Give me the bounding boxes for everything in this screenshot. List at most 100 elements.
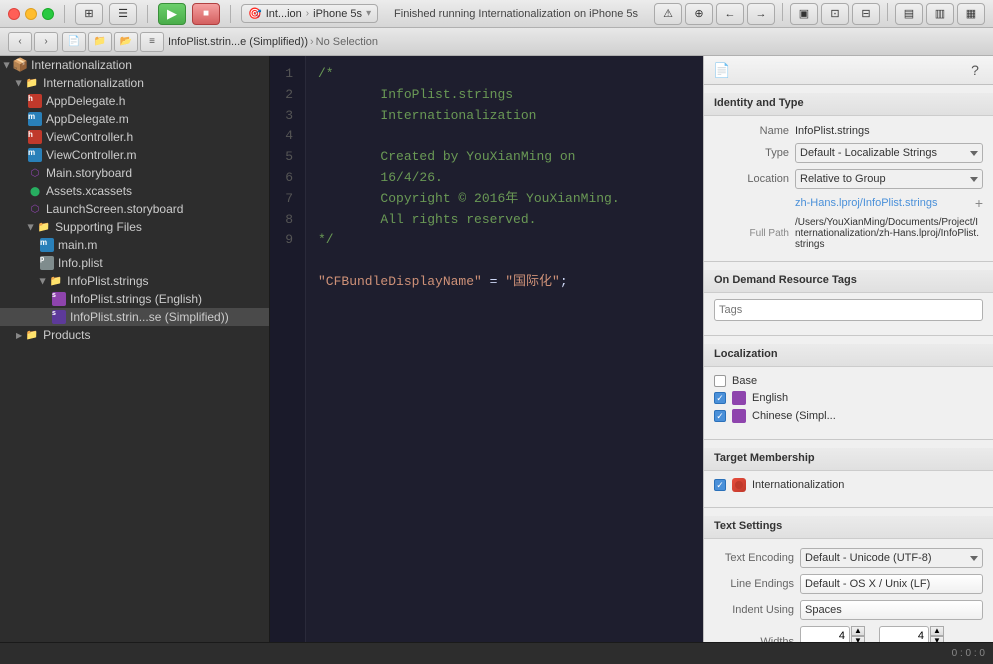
relative-row: zh-Hans.lproj/InfoPlist.strings + <box>704 192 993 214</box>
relative-value: zh-Hans.lproj/InfoPlist.strings <box>795 197 969 209</box>
breadcrumb-file[interactable]: InfoPlist.strin...e (Simplified)) <box>168 36 308 48</box>
warnings-btn[interactable]: ⚠ <box>654 3 682 25</box>
project-icon: 📦 <box>13 58 27 72</box>
target-row-internationalization: Internationalization <box>714 475 983 495</box>
group-btn[interactable]: 📂 <box>114 32 138 52</box>
scheme-device: iPhone 5s <box>313 8 362 20</box>
chinese-checkbox[interactable] <box>714 410 726 422</box>
english-checkbox[interactable] <box>714 392 726 404</box>
on-demand-title: On Demand Resource Tags <box>704 270 993 293</box>
m-file-icon-3: m <box>40 238 54 252</box>
products-triangle-icon: ▶ <box>16 331 22 340</box>
sidebar-item-main-storyboard[interactable]: ⬡ Main.storyboard <box>0 164 269 182</box>
sidebar-root[interactable]: ▶ 📦 Internationalization <box>0 56 269 74</box>
type-select[interactable]: Default - Localizable Strings <box>795 143 983 163</box>
add-location-btn[interactable]: + <box>975 195 983 211</box>
code-editor[interactable]: 1 2 3 4 5 6 7 8 9 /* InfoPlist.strings I… <box>270 56 703 642</box>
toolbar-right: ⚠ ⊕ ← → ▣ ⊡ ⊟ ▤ ▥ ▦ <box>654 3 985 25</box>
tab-width-input[interactable] <box>800 626 850 642</box>
single-editor-btn[interactable]: ▣ <box>790 3 818 25</box>
tags-input[interactable] <box>714 299 983 321</box>
nav-forward-btn[interactable]: → <box>747 3 775 25</box>
text-settings-content: Text Encoding Default - Unicode (UTF-8) … <box>704 539 993 642</box>
stop-button[interactable]: ■ <box>192 3 220 25</box>
location-select[interactable]: Relative to Group <box>795 169 983 189</box>
line-endings-select[interactable]: Default - OS X / Unix (LF) <box>800 574 983 594</box>
sidebar-item-main-m[interactable]: m main.m <box>0 236 269 254</box>
chinese-file-icon <box>732 409 746 423</box>
sidebar-group-label: Internationalization <box>43 76 144 90</box>
sidebar-item-launchscreen[interactable]: ⬡ LaunchScreen.storyboard <box>0 200 269 218</box>
indent-using-select[interactable]: Spaces <box>800 600 983 620</box>
m-file-icon-2: m <box>28 148 42 162</box>
debug-toggle-btn[interactable]: ▥ <box>926 3 954 25</box>
nav-back-btn[interactable]: ← <box>716 3 744 25</box>
base-checkbox[interactable] <box>714 375 726 387</box>
tab-stepper-up[interactable]: ▲ <box>851 626 865 636</box>
scheme-selector[interactable]: 🎯 Int...ion › iPhone 5s ▾ <box>241 4 378 23</box>
target-membership-section: Target Membership Internationalization <box>704 440 993 508</box>
sidebar-label-supporting-files: Supporting Files <box>55 220 142 234</box>
sidebar-item-info-plist[interactable]: p Info.plist <box>0 254 269 272</box>
editor-layout-btn[interactable]: ⊞ <box>75 3 103 25</box>
nav-next-btn[interactable]: › <box>34 32 58 52</box>
storyboard-icon-2: ⬡ <box>28 202 42 216</box>
file-btn[interactable]: 📄 <box>62 32 86 52</box>
name-label: Name <box>714 125 789 137</box>
sidebar-label-appdelegate-h: AppDelegate.h <box>46 94 125 108</box>
sidebar-label-viewcontroller-m: ViewController.m <box>46 148 136 162</box>
strings-icon-simplified: s <box>52 310 66 324</box>
sidebar-group[interactable]: ▶ 📁 Internationalization <box>0 74 269 92</box>
git-btn[interactable]: ⊕ <box>685 3 713 25</box>
file-inspector-icon[interactable]: 📄 <box>712 60 732 80</box>
sidebar-item-appdelegate-m[interactable]: m AppDelegate.m <box>0 110 269 128</box>
target-checkbox[interactable] <box>714 479 726 491</box>
sidebar-item-viewcontroller-m[interactable]: m ViewController.m <box>0 146 269 164</box>
localization-section: Localization Base English Chinese (Simpl… <box>704 336 993 440</box>
sidebar-root-label: Internationalization <box>31 58 132 72</box>
sidebar-item-products[interactable]: ▶ 📁 Products <box>0 326 269 344</box>
localization-title: Localization <box>704 344 993 367</box>
indent-stepper-down[interactable]: ▼ <box>930 636 944 642</box>
view-btn[interactable]: ☰ <box>109 3 137 25</box>
maximize-button[interactable] <box>42 8 54 20</box>
location-label: Location <box>714 173 789 185</box>
sidebar-item-supporting-files[interactable]: ▶ 📁 Supporting Files <box>0 218 269 236</box>
close-button[interactable] <box>8 8 20 20</box>
sidebar-item-infoplist-simplified[interactable]: s InfoPlist.strin...se (Simplified)) <box>0 308 269 326</box>
sidebar-item-appdelegate-h[interactable]: h AppDelegate.h <box>0 92 269 110</box>
encoding-select[interactable]: Default - Unicode (UTF-8) <box>800 548 983 568</box>
text-settings-section: Text Settings Text Encoding Default - Un… <box>704 508 993 642</box>
line-endings-label: Line Endings <box>714 578 794 590</box>
indent-width-input[interactable] <box>879 626 929 642</box>
indent-stepper-up[interactable]: ▲ <box>930 626 944 636</box>
widths-row: Widths ▲ ▼ Tab <box>714 623 983 642</box>
breadcrumb-separator: › <box>310 36 314 48</box>
hierarchy-btn[interactable]: ≡ <box>140 32 164 52</box>
chinese-label: Chinese (Simpl... <box>752 410 836 422</box>
sidebar-item-infoplist-strings-group[interactable]: ▶ 📁 InfoPlist.strings <box>0 272 269 290</box>
toolbar-divider-2 <box>147 5 148 23</box>
sidebar-item-viewcontroller-h[interactable]: h ViewController.h <box>0 128 269 146</box>
encoding-label: Text Encoding <box>714 552 794 564</box>
coords-display: 0 : 0 : 0 <box>952 648 985 659</box>
version-editor-btn[interactable]: ⊟ <box>852 3 880 25</box>
tab-stepper: ▲ ▼ <box>851 626 865 642</box>
nav-prev-btn[interactable]: ‹ <box>8 32 32 52</box>
location-row: Location Relative to Group <box>704 166 993 192</box>
sidebar-item-assets[interactable]: ⬤ Assets.xcassets <box>0 182 269 200</box>
help-icon[interactable]: ? <box>965 60 985 80</box>
sidebar-item-infoplist-english[interactable]: s InfoPlist.strings (English) <box>0 290 269 308</box>
navigator-toggle-btn[interactable]: ▤ <box>895 3 923 25</box>
name-row: Name InfoPlist.strings <box>704 122 993 140</box>
tab-stepper-down[interactable]: ▼ <box>851 636 865 642</box>
identity-type-section: Identity and Type Name InfoPlist.strings… <box>704 85 993 262</box>
plist-icon: p <box>40 256 54 270</box>
code-content[interactable]: /* InfoPlist.strings Internationalizatio… <box>306 56 703 642</box>
assistant-editor-btn[interactable]: ⊡ <box>821 3 849 25</box>
inspector-toggle-btn[interactable]: ▦ <box>957 3 985 25</box>
minimize-button[interactable] <box>25 8 37 20</box>
file-type-btns: 📄 📁 📂 ≡ <box>62 32 164 52</box>
folder-btn[interactable]: 📁 <box>88 32 112 52</box>
run-button[interactable]: ▶ <box>158 3 186 25</box>
